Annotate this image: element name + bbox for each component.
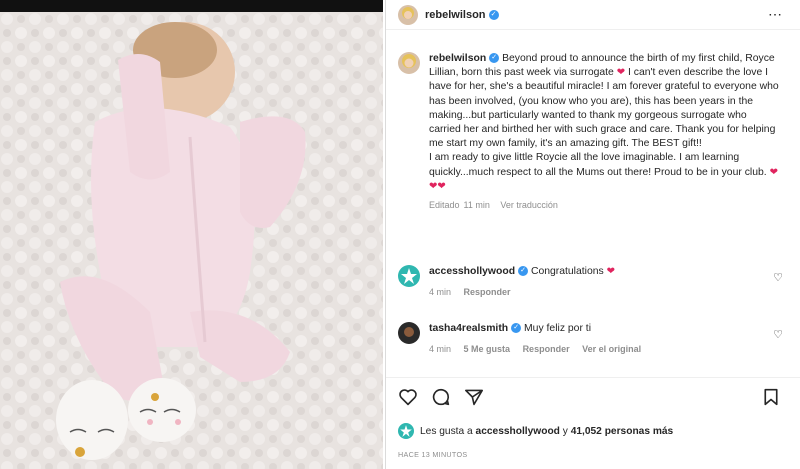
likes-count[interactable]: 41,052 (571, 426, 602, 437)
comment-body: tasha4realsmith ✓ Muy feliz por ti 4 min … (429, 322, 793, 356)
likes-middle: y (562, 425, 568, 437)
heart-emoji: ❤ (616, 67, 626, 79)
action-bar (386, 377, 800, 417)
comment-time: 4 min (429, 344, 452, 354)
comment-meta: 4 min Responder (429, 286, 793, 299)
accesshollywood-avatar[interactable] (398, 265, 420, 287)
comment-like-heart-icon[interactable]: ♡ (773, 328, 783, 341)
comment-item: accesshollywood ✓ Congratulations ❤ 4 min… (398, 265, 793, 299)
comment-text: Muy feliz por ti (524, 323, 591, 334)
star-avatar-icon[interactable] (398, 423, 414, 439)
post-panel: rebelwilson ✓ ⋯ rebelwilson ✓ Beyond prou… (385, 0, 800, 469)
tasha-avatar[interactable] (398, 322, 420, 344)
comment-body: accesshollywood ✓ Congratulations ❤ 4 min… (429, 265, 793, 299)
author-avatar[interactable] (398, 4, 418, 25)
reply-button[interactable]: Responder (523, 344, 570, 354)
reply-button[interactable]: Responder (464, 287, 511, 297)
more-options-icon[interactable]: ⋯ (768, 6, 783, 23)
likes-suffix[interactable]: personas más (605, 426, 674, 437)
caption-text-block: rebelwilson ✓ Beyond proud to announce th… (429, 52, 781, 212)
heart-icon[interactable] (398, 388, 418, 406)
caption-text-2: I can't even describe the love I have fo… (429, 67, 779, 150)
likes-summary: Les gusta a accesshollywood y 41,052 per… (398, 423, 673, 439)
post-header: rebelwilson ✓ ⋯ (386, 0, 800, 30)
comment-time: 4 min (429, 287, 452, 297)
heart-emoji: ❤ (606, 266, 615, 277)
edited-label: Editado (429, 200, 460, 211)
comment-item: tasha4realsmith ✓ Muy feliz por ti 4 min … (398, 322, 793, 356)
comment-icon[interactable] (431, 388, 451, 406)
see-original-link[interactable]: Ver el original (582, 344, 641, 354)
post-time-ago: HACE 13 MINUTOS (398, 450, 468, 459)
verified-badge-icon: ✓ (488, 9, 499, 20)
comment-meta: 4 min 5 Me gusta Responder Ver el origin… (429, 343, 793, 356)
caption-text-3: I am ready to give little Roycie all the… (429, 152, 767, 178)
caption-time: 11 min (463, 200, 490, 211)
bookmark-icon[interactable] (762, 388, 780, 406)
likes-prefix: Les gusta a (420, 425, 473, 437)
comment-like-heart-icon[interactable]: ♡ (773, 271, 783, 284)
share-icon[interactable] (464, 388, 484, 406)
comment-likes-link[interactable]: 5 Me gusta (464, 344, 511, 354)
verified-badge-icon: ✓ (511, 323, 522, 334)
top-bar (0, 0, 383, 12)
newborn-baby-image (0, 12, 383, 469)
caption-username[interactable]: rebelwilson (429, 53, 486, 64)
comment-username[interactable]: accesshollywood (429, 266, 515, 277)
post-caption: rebelwilson ✓ Beyond proud to announce th… (398, 52, 793, 212)
comment-username[interactable]: tasha4realsmith (429, 323, 508, 334)
likes-user[interactable]: accesshollywood (476, 426, 560, 437)
caption-avatar[interactable] (398, 52, 420, 74)
verified-badge-icon: ✓ (489, 53, 500, 64)
caption-meta: Editado 11 min Ver traducción (429, 198, 781, 212)
verified-badge-icon: ✓ (518, 266, 529, 277)
comment-text: Congratulations (530, 266, 604, 277)
author-username[interactable]: rebelwilson (425, 9, 486, 21)
translate-link[interactable]: Ver traducción (500, 200, 558, 210)
post-photo[interactable] (0, 12, 383, 469)
